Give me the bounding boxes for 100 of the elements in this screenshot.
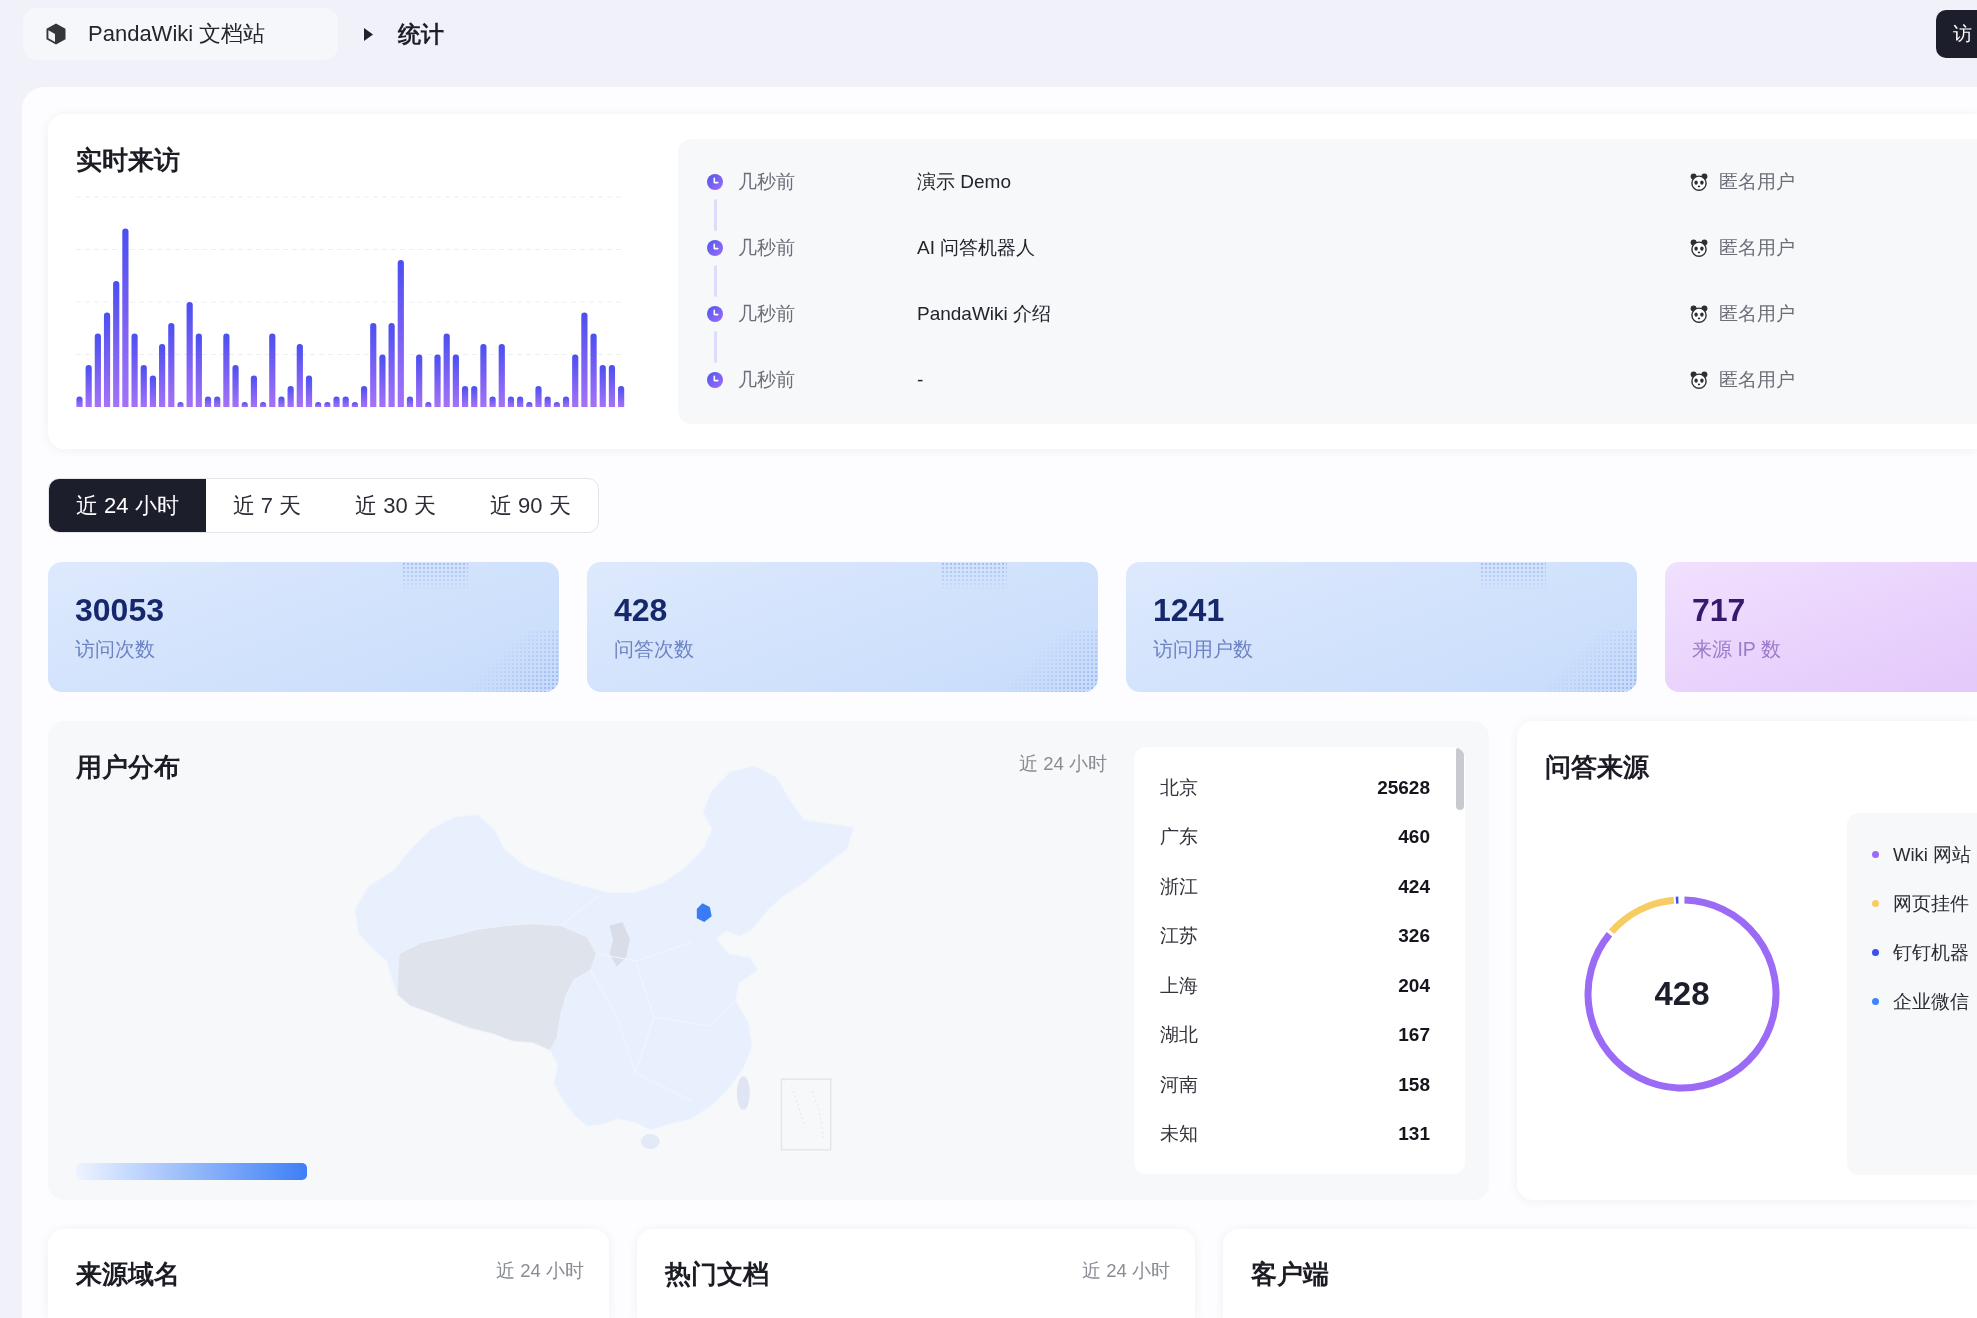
- stat-label: 访问用户数: [1153, 637, 1253, 662]
- chart-bar: [498, 344, 505, 407]
- chart-bar: [333, 396, 340, 407]
- visitor-name: 匿名用户: [1719, 170, 1795, 194]
- chart-bar: [324, 402, 331, 407]
- region-name: 北京: [1160, 775, 1198, 800]
- visit-page-title: -: [917, 369, 924, 391]
- card-title: 热门文档: [665, 1258, 769, 1291]
- chart-bar: [526, 402, 533, 407]
- card-title: 客户端: [1251, 1258, 1329, 1291]
- period-tab[interactable]: 近 7 天: [205, 479, 329, 532]
- region-count: 326: [1398, 925, 1430, 948]
- region-count: 204: [1398, 974, 1430, 997]
- region-name: 湖北: [1160, 1023, 1198, 1048]
- chart-bar: [287, 386, 294, 407]
- chart-bar: [535, 386, 542, 407]
- highlighted-region: [696, 903, 712, 922]
- stat-value: 1241: [1153, 591, 1225, 629]
- visitor-name: 匿名用户: [1719, 368, 1795, 392]
- chart-bar: [562, 396, 570, 407]
- chart-bar: [572, 354, 579, 407]
- period-label: 近 24 小时: [1082, 1259, 1170, 1283]
- chart-bar: [461, 386, 469, 407]
- chart-bar: [425, 402, 432, 407]
- card-title: 用户分布: [76, 751, 180, 784]
- legend-label: 网页挂件: [1893, 891, 1969, 916]
- chart-bar: [351, 402, 358, 407]
- region-count: 460: [1398, 826, 1430, 849]
- clock-icon: [707, 372, 723, 388]
- stat-label: 访问次数: [75, 637, 155, 662]
- visit-time: 几秒前: [738, 368, 795, 392]
- chart-bar: [204, 396, 212, 407]
- scrollbar[interactable]: [1456, 747, 1464, 810]
- period-tab[interactable]: 近 24 小时: [49, 479, 206, 532]
- visit-page-title: 演示 Demo: [917, 170, 1011, 194]
- chart-bar: [544, 396, 551, 407]
- region-count: 131: [1398, 1123, 1430, 1146]
- visit-time: 几秒前: [738, 302, 795, 326]
- period-tab[interactable]: 近 90 天: [462, 479, 598, 532]
- chart-bar: [379, 354, 386, 407]
- chart-bar: [618, 386, 625, 407]
- chart-bar: [406, 396, 414, 407]
- chart-bar: [159, 344, 166, 407]
- chart-bar: [85, 365, 92, 407]
- chart-bar: [416, 354, 423, 407]
- stat-value: 30053: [75, 591, 164, 629]
- visit-time: 几秒前: [738, 236, 795, 260]
- region-name: 广东: [1160, 825, 1198, 850]
- legend-label: Wiki 网站: [1893, 842, 1972, 867]
- legend-label: 企业微信: [1893, 989, 1969, 1014]
- region-name: 浙江: [1160, 874, 1198, 899]
- region-name: 上海: [1160, 973, 1198, 998]
- chart-bar: [260, 402, 267, 407]
- period-label: 近 24 小时: [496, 1259, 584, 1283]
- chart-bar: [342, 396, 349, 407]
- region-count: 158: [1398, 1073, 1430, 1096]
- panda-face-icon: [1690, 173, 1708, 191]
- chart-bar: [149, 375, 157, 407]
- region-name: 未知: [1160, 1122, 1198, 1147]
- clock-icon: [707, 240, 723, 256]
- card-title: 问答来源: [1545, 751, 1650, 784]
- donut-total: 428: [1654, 975, 1710, 1013]
- chart-bar: [76, 396, 83, 407]
- chart-bar: [507, 396, 515, 407]
- chart-bar: [599, 365, 606, 407]
- region-count: 167: [1398, 1024, 1430, 1047]
- period-label: 近 24 小时: [1019, 752, 1107, 776]
- chart-bar: [232, 365, 239, 407]
- stat-value: 717: [1692, 591, 1746, 629]
- chart-bar: [296, 344, 303, 407]
- stat-label: 来源 IP 数: [1692, 637, 1781, 662]
- visitor-name: 匿名用户: [1719, 236, 1795, 260]
- chart-bar: [361, 386, 368, 407]
- chart-bar: [241, 402, 248, 407]
- card-title: 来源域名: [76, 1258, 180, 1291]
- clock-icon: [707, 306, 723, 322]
- visit-time: 几秒前: [738, 170, 795, 194]
- action-button[interactable]: 访: [1936, 10, 1977, 58]
- chart-bar: [278, 396, 285, 407]
- chart-bar: [471, 386, 478, 407]
- cube-icon: [46, 23, 66, 45]
- chart-bar: [250, 375, 257, 407]
- period-tab[interactable]: 近 30 天: [328, 479, 463, 532]
- chart-bar: [177, 402, 184, 407]
- panda-face-icon: [1690, 239, 1708, 257]
- card-title: 实时来访: [76, 144, 181, 177]
- chart-bar: [140, 365, 147, 407]
- panda-face-icon: [1690, 371, 1708, 389]
- chart-bar: [452, 354, 459, 407]
- region-name: 江苏: [1160, 924, 1198, 949]
- clock-icon: [707, 174, 723, 190]
- chart-bar: [305, 375, 313, 407]
- region-name: 河南: [1160, 1072, 1198, 1097]
- panda-face-icon: [1690, 305, 1708, 323]
- visitor-name: 匿名用户: [1719, 302, 1795, 326]
- site-link[interactable]: PandaWiki 文档站: [23, 8, 338, 60]
- chart-bar: [517, 396, 524, 407]
- chart-bar: [608, 365, 616, 407]
- chart-bar: [553, 402, 560, 407]
- visit-page-title: PandaWiki 介绍: [917, 302, 1052, 326]
